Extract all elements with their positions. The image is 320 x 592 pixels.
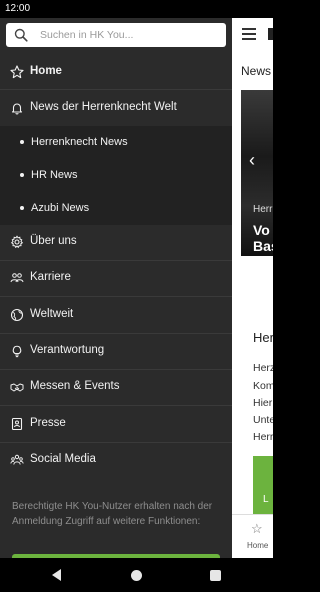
- submenu-item-herrenknecht-news[interactable]: Herrenknecht News: [0, 126, 232, 159]
- news-submenu: Herrenknecht News HR News Azubi News: [0, 126, 232, 225]
- submenu-item-label: HR News: [31, 169, 78, 181]
- bottom-navigation: ☆ Home: [232, 514, 273, 558]
- drawer-item-ueber-uns[interactable]: Über uns: [0, 224, 232, 260]
- drawer-item-label: Home: [30, 65, 62, 77]
- drawer-item-label: Presse: [30, 417, 66, 429]
- carousel-caption-title: Vo Bas: [253, 222, 273, 254]
- text-line: Herz: [253, 362, 273, 374]
- globe-icon: [10, 308, 24, 322]
- home-icon[interactable]: [131, 570, 142, 581]
- bullet: [20, 140, 24, 144]
- search-input[interactable]: Suchen in HK You...: [6, 23, 226, 47]
- drawer-item-label: Messen & Events: [30, 380, 120, 392]
- green-action-button[interactable]: L: [253, 456, 273, 514]
- drawer-item-label: News der Herrenknecht Welt: [30, 101, 177, 113]
- group-icon: [10, 453, 24, 467]
- bottom-nav-home-label[interactable]: Home: [247, 541, 268, 550]
- bell-icon: [10, 101, 24, 115]
- drawer-item-home[interactable]: Home: [0, 54, 232, 90]
- lightbulb-icon: [10, 344, 24, 358]
- bullet: [20, 206, 24, 210]
- recent-apps-icon[interactable]: [210, 570, 221, 581]
- background-app-content: News ‹ Herr Vo Bas Her Herz Kom Hier Unt…: [232, 18, 273, 558]
- carousel-indicator: [253, 260, 273, 262]
- drawer-item-presse[interactable]: Presse: [0, 406, 232, 442]
- status-time: 12:00: [5, 3, 31, 14]
- chevron-left-icon[interactable]: ‹: [249, 150, 255, 171]
- star-icon: [10, 65, 24, 79]
- gear-icon: [10, 235, 24, 249]
- login-info-text: Berechtigte HK You-Nutzer erhalten nach …: [12, 501, 213, 527]
- navigation-drawer: Suchen in HK You... Home News der Herren…: [0, 18, 232, 558]
- carousel-caption-small: Herr: [253, 204, 273, 215]
- drawer-item-label: Karriere: [30, 271, 71, 283]
- drawer-item-news[interactable]: News der Herrenknecht Welt: [0, 90, 232, 126]
- drawer-item-label: Weltweit: [30, 308, 74, 320]
- submenu-item-label: Azubi News: [31, 202, 90, 214]
- submenu-item-azubi-news[interactable]: Azubi News: [0, 192, 232, 225]
- search-placeholder: Suchen in HK You...: [40, 29, 134, 41]
- id-badge-icon: [10, 417, 24, 431]
- carousel-caption-line-1: Vo: [253, 222, 270, 238]
- text-line: Unte: [253, 414, 273, 426]
- text-line: Hier: [253, 397, 273, 409]
- drawer-item-verantwortung[interactable]: Verantwortung: [0, 333, 232, 369]
- status-bar: 12:00: [0, 0, 273, 18]
- drawer-item-weltweit[interactable]: Weltweit: [0, 297, 232, 333]
- text-line: Herr: [253, 431, 273, 443]
- back-icon[interactable]: [52, 569, 61, 581]
- people-icon: [10, 271, 24, 285]
- drawer-item-karriere[interactable]: Karriere: [0, 260, 232, 296]
- bullet: [20, 173, 24, 177]
- drawer-item-label: Über uns: [30, 235, 77, 247]
- drawer-item-label: Verantwortung: [30, 344, 105, 356]
- text-line: Kom: [253, 380, 273, 392]
- drawer-item-label: Social Media: [30, 453, 96, 465]
- drawer-item-messen-events[interactable]: Messen & Events: [0, 369, 232, 405]
- submenu-item-label: Herrenknecht News: [31, 136, 128, 148]
- section-title: Her: [253, 330, 273, 345]
- green-button-label: L: [263, 494, 269, 505]
- system-navigation-bar: [0, 558, 273, 592]
- star-icon[interactable]: ☆: [251, 521, 263, 537]
- news-section-title: News: [241, 64, 272, 78]
- drawer-item-social-media[interactable]: Social Media: [0, 442, 232, 478]
- app-logo: [268, 28, 273, 40]
- news-carousel[interactable]: ‹ Herr Vo Bas: [241, 90, 273, 262]
- handshake-icon: [10, 380, 24, 394]
- hamburger-menu-icon[interactable]: [242, 28, 256, 40]
- submenu-item-hr-news[interactable]: HR News: [0, 159, 232, 192]
- carousel-caption-line-2: Bas: [253, 238, 273, 254]
- search-icon: [14, 28, 28, 42]
